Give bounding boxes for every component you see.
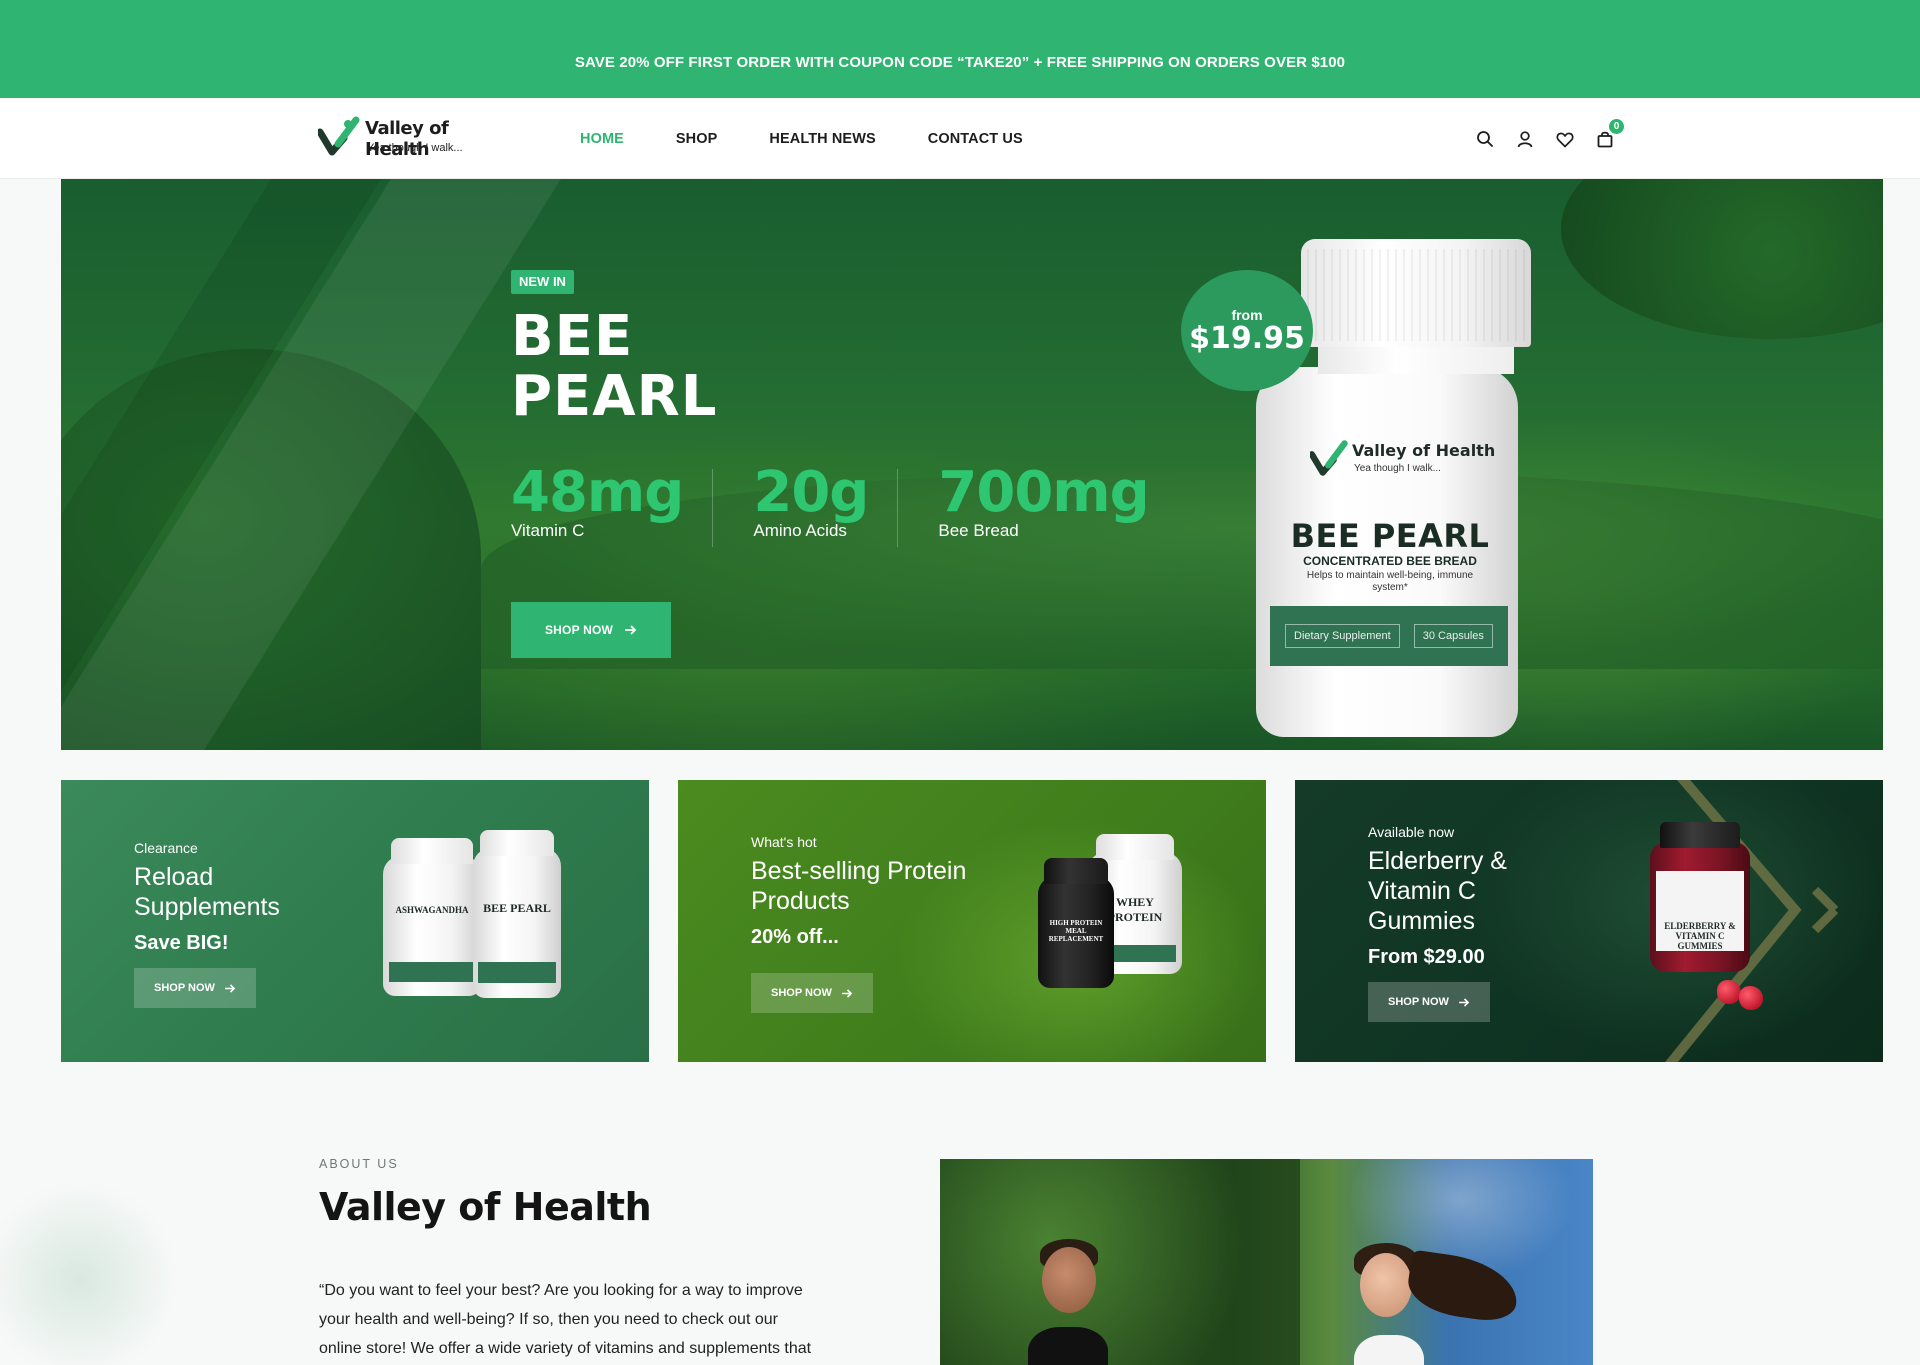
promo-bar: SAVE 20% OFF FIRST ORDER WITH COUPON COD… [0,0,1920,98]
bottle-claim: Helps to maintain well-being, immune sys… [1306,570,1474,593]
card-eyebrow: What's hot [751,834,817,850]
hero-shop-now-button[interactable]: SHOP NOW [511,602,671,658]
price-badge: from $19.95 [1181,270,1313,391]
jar-label: ELDERBERRY & VITAMIN C GUMMIES [1656,870,1744,952]
card-heading-line: Reload [134,863,214,891]
bottle-logo: Valley of Health Yea though I walk... [1310,439,1500,485]
site-logo[interactable]: Valley of Health Yea though I walk... [318,116,508,162]
about-eyebrow: ABOUT US [319,1157,399,1171]
button-label: SHOP NOW [1388,996,1449,1008]
about-line: “Do you want to feel your best? Are you … [319,1282,803,1299]
promo-card-clearance[interactable]: Clearance Reload Supplements Save BIG! S… [61,780,649,1062]
main-nav: HOME SHOP HEALTH NEWS CONTACT US [580,98,1075,179]
new-in-badge: NEW IN [511,270,574,294]
card-heading-line: Products [751,887,850,915]
bottle-product-name: BEE PEARL [1290,517,1490,555]
logo-check-icon [1310,440,1348,476]
product-jar-elderberry-gummies: ELDERBERRY & VITAMIN C GUMMIES [1650,822,1750,972]
arrow-right-icon [842,988,853,998]
card-heading-line: Elderberry & [1368,847,1507,875]
arrow-right-icon [625,625,637,635]
hero-banner: NEW IN BEE PEARL 48mg Vitamin C 20g Amin… [61,179,1883,750]
card-heading-line: Supplements [134,893,280,921]
button-label: SHOP NOW [544,623,614,637]
stat-amino-acids: 20g Amino Acids [753,460,899,547]
promo-card-protein[interactable]: What's hot Best-selling Protein Products… [678,780,1266,1062]
button-label: SHOP NOW [771,987,832,999]
arrow-right-icon [1459,997,1470,1007]
gummy-berry [1739,986,1763,1010]
card-eyebrow: Clearance [134,840,198,856]
card-promo-text: 20% off... [751,926,839,948]
card-shop-now-button[interactable]: SHOP NOW [751,973,873,1013]
card-eyebrow: Available now [1368,824,1455,840]
bottle-brand: Valley of Health [1352,441,1496,460]
logo-check-icon [318,116,360,156]
card-shop-now-button[interactable]: SHOP NOW [134,968,256,1008]
hero-stats: 48mg Vitamin C 20g Amino Acids 700mg Bee… [511,460,1219,547]
bottle-tagline: Yea though I walk... [1354,463,1441,474]
button-label: SHOP NOW [154,982,215,994]
bottle-neck [1318,344,1514,374]
hero-title: BEE PEARL [511,307,811,427]
nav-shop[interactable]: SHOP [676,131,718,147]
wishlist-heart-icon[interactable] [1550,124,1580,154]
about-line: your health and well-being? If so, then … [319,1311,778,1328]
stat-divider [712,469,714,547]
nav-health-news[interactable]: HEALTH NEWS [769,131,875,147]
stat-divider [897,469,899,547]
bottle-tag: Dietary Supplement [1285,624,1400,648]
header-icons: 0 [1470,119,1630,154]
hero-title-line1: BEE [511,304,634,369]
stat-value: 20g [753,460,869,525]
about-photo-runners [940,1159,1593,1365]
product-jar-bee-pearl: BEE PEARL [473,830,561,998]
about-title: Valley of Health [319,1185,652,1229]
bottle-subtitle: CONCENTRATED BEE BREAD [1303,554,1477,568]
bottle-band: Dietary Supplement 30 Capsules [1270,606,1508,666]
nav-contact-us[interactable]: CONTACT US [928,131,1023,147]
nav-home[interactable]: HOME [580,131,624,147]
card-heading-line: Vitamin C [1368,877,1476,905]
promo-card-elderberry[interactable]: Available now Elderberry & Vitamin C Gum… [1295,780,1883,1062]
card-shop-now-button[interactable]: SHOP NOW [1368,982,1490,1022]
product-jar-high-protein: HIGH PROTEIN MEAL REPLACEMENT [1038,858,1114,988]
logo-tagline: Yea though I walk... [367,142,463,154]
card-heading: Best-selling Protein Products [751,856,966,916]
jar-label: BEE PEARL [483,900,551,915]
card-promo-text: Save BIG! [134,932,229,954]
stat-vitamin-c: 48mg Vitamin C [511,460,714,547]
product-jar-ashwagandha: ASHWAGANDHA [383,838,481,996]
about-paragraph: “Do you want to feel your best? Are you … [319,1276,864,1363]
site-header: Valley of Health Yea though I walk... HO… [0,98,1920,179]
card-promo-text: From $29.00 [1368,946,1485,968]
price-value: $19.95 [1189,320,1305,356]
search-icon[interactable] [1470,124,1500,154]
cart-bag-icon[interactable]: 0 [1590,119,1624,154]
jar-label: ASHWAGANDHA [395,905,469,915]
account-icon[interactable] [1510,124,1540,154]
about-line: online store! We offer a wide variety of… [319,1340,812,1357]
card-heading-line: Best-selling Protein [751,857,967,885]
hero-title-line2: PEARL [511,364,718,429]
jar-label: HIGH PROTEIN MEAL REPLACEMENT [1048,918,1104,943]
stat-value: 48mg [511,460,684,525]
bottle-cap [1301,239,1531,347]
card-heading: Elderberry & Vitamin C Gummies [1368,846,1507,936]
arrow-right-icon [225,983,236,993]
card-heading: Reload Supplements [134,862,280,922]
plant-decor [0,1180,180,1365]
cart-count-badge: 0 [1609,119,1624,134]
promo-bar-text: SAVE 20% OFF FIRST ORDER WITH COUPON COD… [574,53,1346,71]
gummy-berry [1717,980,1741,1004]
stat-value: 700mg [938,460,1149,525]
card-heading-line: Gummies [1368,907,1475,935]
bottle-tag: 30 Capsules [1413,624,1493,648]
stat-bee-bread: 700mg Bee Bread [938,461,1178,541]
